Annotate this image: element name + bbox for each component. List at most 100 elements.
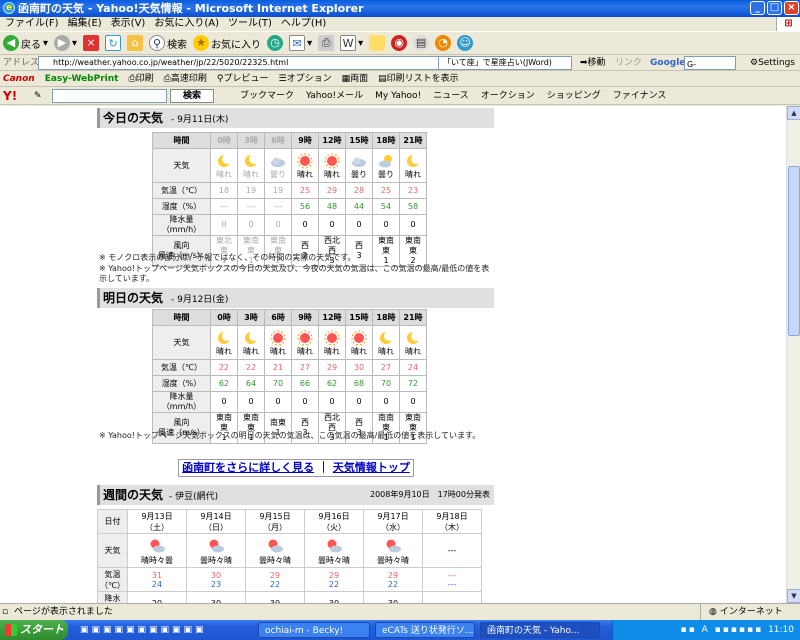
sun-icon	[324, 153, 340, 169]
easy-webprint-menu[interactable]: Easy-WebPrint	[45, 71, 119, 86]
row-humidity: 湿度（%） 62 64 70 66 62 68 70 72	[152, 375, 427, 392]
links-label[interactable]: リンク	[615, 55, 642, 71]
menu-edit[interactable]: 編集(E)	[68, 17, 102, 31]
task-becky[interactable]: ochiai-m - Becky!	[258, 622, 370, 638]
preview-link[interactable]: ⚲プレビュー	[217, 71, 269, 86]
row-label: 湿度（%）	[152, 198, 211, 215]
humidity-cell: 64	[237, 375, 265, 392]
close-button[interactable]: ×	[784, 1, 799, 15]
yahoo-links: ブックマーク Yahoo!メール My Yahoo! ニュース オークション シ…	[240, 87, 666, 105]
yahoo-toolbar: Y! ✎ 検索 ブックマーク Yahoo!メール My Yahoo! ニュース …	[0, 87, 800, 105]
chat-icon: ▤	[413, 35, 430, 51]
yahoo-bookmark-link[interactable]: ブックマーク	[240, 87, 294, 105]
extra-icon: ◔	[435, 35, 452, 51]
favorites-button[interactable]: ★ お気に入り	[193, 35, 261, 51]
yahoo-mail-link[interactable]: Yahoo!メール	[306, 87, 363, 105]
messenger-button[interactable]: ▤	[413, 35, 430, 51]
scroll-up-arrow[interactable]: ▲	[787, 106, 800, 120]
yahoo-news-link[interactable]: ニュース	[433, 87, 469, 105]
row-label: 気温（℃）	[152, 359, 211, 376]
toolbar-extra-button[interactable]: ◔	[435, 35, 452, 51]
temp-cell: 27	[372, 359, 400, 376]
discuss-button[interactable]	[369, 35, 386, 51]
moon-icon	[407, 331, 421, 344]
rain-cell: 0	[210, 391, 238, 413]
week-temp-cell: 30 23	[186, 567, 246, 592]
task-ecats[interactable]: eCATs 送り状発行ソ...	[375, 622, 475, 638]
weather-top-link[interactable]: 天気情報トップ	[333, 461, 410, 474]
row-rain: 降水量（mm/h） 0 0 0 0 0 0 0 0	[152, 391, 427, 413]
minimize-button[interactable]: _	[750, 1, 765, 15]
scroll-down-arrow[interactable]: ▼	[787, 589, 800, 603]
menu-tools[interactable]: ツール(T)	[228, 17, 272, 31]
yahoo-finance-link[interactable]: ファイナンス	[613, 87, 667, 105]
menu-view[interactable]: 表示(V)	[111, 17, 146, 31]
rain-cell: 0	[237, 391, 265, 413]
option-link[interactable]: ☰オプション	[279, 71, 332, 86]
task-ie[interactable]: 函南町の天気 - Yaho...	[480, 622, 600, 638]
google-settings-button[interactable]: ⚙Settings	[750, 55, 795, 71]
refresh-button[interactable]: ↻	[105, 35, 122, 51]
weather-cell: 曇り	[264, 148, 292, 183]
duplex-link[interactable]: ▦両面	[342, 71, 369, 86]
history-button[interactable]: ◷	[267, 35, 284, 51]
note-icon	[369, 35, 386, 51]
yahoo-search-input[interactable]	[52, 89, 167, 103]
hours-cell: 15時	[345, 309, 373, 326]
rain-cell: 0	[264, 391, 292, 413]
print-link[interactable]: ⎙印刷	[128, 71, 153, 86]
suncloud-icon	[268, 539, 283, 552]
hours-cell: 12時	[318, 309, 346, 326]
google-search-input[interactable]: G-	[684, 56, 736, 70]
temp-cell: 24	[399, 359, 427, 376]
pencil-icon[interactable]: ✎	[34, 87, 42, 105]
temp-cell: 19	[237, 182, 265, 199]
print-list-link[interactable]: ▤印刷リストを表示	[378, 71, 459, 86]
menu-file[interactable]: ファイル(F)	[5, 17, 59, 31]
maximize-button[interactable]: □	[767, 1, 782, 15]
scroll-thumb[interactable]	[788, 166, 800, 336]
stop-button[interactable]: ×	[83, 35, 100, 51]
sun-icon	[270, 330, 286, 346]
rain-cell: 0	[372, 391, 400, 413]
week-date-cell: 9月15日 （月）	[245, 509, 305, 534]
detail-link[interactable]: 函南町をさらに詳しく見る	[182, 461, 314, 474]
high-temp: 29	[328, 570, 340, 580]
temp-cell: 23	[399, 182, 427, 199]
vertical-scrollbar[interactable]: ▲ ▼	[786, 106, 800, 603]
edit-button[interactable]: W ▾	[340, 35, 363, 51]
yahoo-auction-link[interactable]: オークション	[481, 87, 535, 105]
start-button[interactable]: スタート	[0, 620, 68, 640]
back-button[interactable]: ◀ 戻る ▾	[3, 35, 48, 51]
week-weather-cell: 曇時々晴	[304, 533, 364, 568]
mail-button[interactable]: ✉ ▾	[289, 35, 312, 51]
print-button[interactable]: ⎙	[318, 35, 335, 51]
home-button[interactable]: ⌂	[127, 35, 144, 51]
weather-label: 晴れ	[270, 347, 286, 356]
fast-print-link[interactable]: ⎙高速印刷	[164, 71, 207, 86]
research-button[interactable]: ◉	[391, 35, 408, 51]
address-bar: アドレス(D) http://weather.yahoo.co.jp/weath…	[0, 55, 800, 71]
forward-button[interactable]: ▶ ▾	[54, 35, 77, 51]
taskbar: スタート ▣▣▣▣▣▣▣▣▣▣▣ ochiai-m - Becky! eCATs…	[0, 620, 800, 640]
suncloud-icon	[150, 539, 165, 552]
yahoo-logo[interactable]: Y!	[3, 87, 17, 105]
my-yahoo-link[interactable]: My Yahoo!	[375, 87, 421, 105]
menu-help[interactable]: ヘルプ(H)	[281, 17, 326, 31]
page-content: 今日の天気 - 9月11日(木) 時間 0時 3時 6時 9時 12時 15時 18時 21時 天気…	[0, 106, 786, 603]
tray-icons[interactable]: ▪▪ A ▪▪▪▪▪▪	[681, 625, 769, 635]
weather-label: 晴れ	[351, 347, 367, 356]
messenger2-button[interactable]: ☺	[457, 35, 474, 51]
humidity-cell: 72	[399, 375, 427, 392]
temp-cell: 27	[291, 359, 319, 376]
search-button[interactable]: ⚲ 検索	[149, 35, 187, 51]
jword-input[interactable]: 「いて座」で星座占い(JWord)	[438, 56, 572, 70]
yahoo-shopping-link[interactable]: ショッピング	[547, 87, 601, 105]
go-button[interactable]: ➡移動	[580, 55, 606, 71]
refresh-icon: ↻	[105, 35, 122, 51]
humidity-cell: 56	[291, 198, 319, 215]
quick-launch-icons[interactable]: ▣▣▣▣▣▣▣▣▣▣▣	[80, 620, 207, 640]
menu-favorites[interactable]: お気に入り(A)	[154, 17, 219, 31]
weather-label: 晴れ	[324, 170, 340, 179]
yahoo-search-button[interactable]: 検索	[170, 89, 214, 103]
